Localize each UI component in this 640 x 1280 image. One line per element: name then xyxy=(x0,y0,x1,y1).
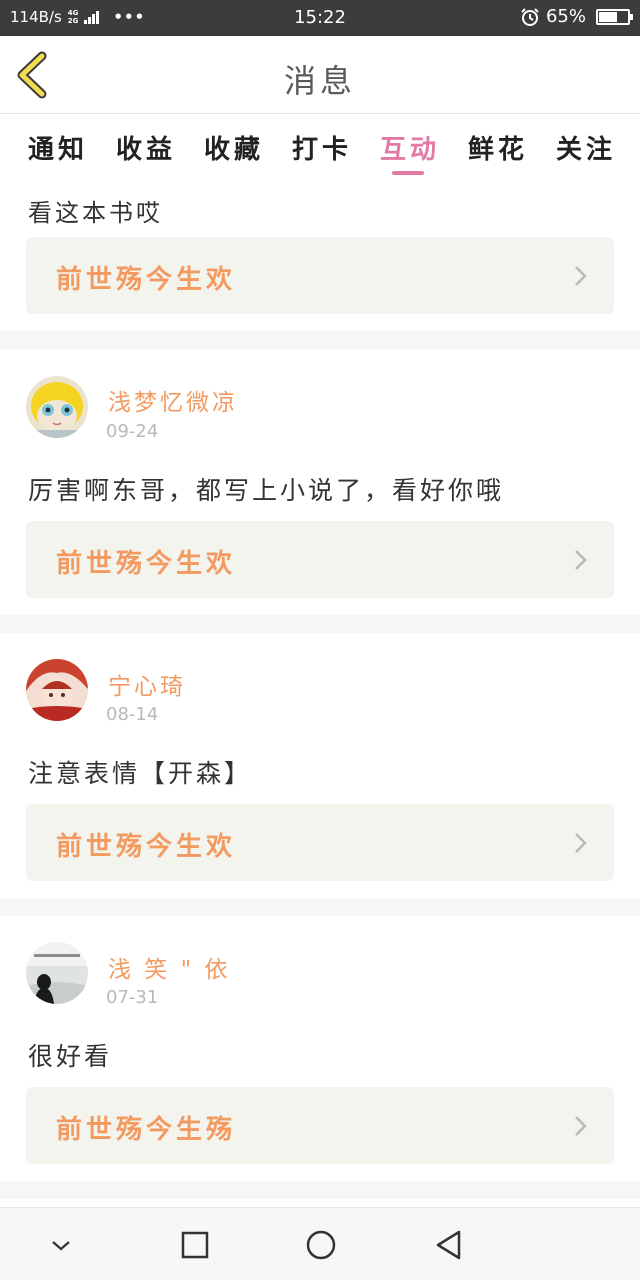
tab-interaction[interactable]: 互动 xyxy=(380,129,440,166)
tab-earnings[interactable]: 收益 xyxy=(116,129,176,166)
battery-icon xyxy=(596,8,633,25)
message-date: 08-14 xyxy=(106,704,159,725)
message-text: 看这本书哎 xyxy=(28,199,163,227)
book-title: 前世殇今生欢 xyxy=(56,265,237,295)
battery-percent: 65% xyxy=(545,6,586,27)
active-tab-indicator xyxy=(392,171,424,175)
divider xyxy=(0,898,640,916)
chevron-right-icon xyxy=(575,833,587,853)
chevron-right-icon xyxy=(575,266,587,286)
book-title: 前世殇今生欢 xyxy=(56,832,237,862)
divider xyxy=(0,1181,640,1199)
chevron-down-icon[interactable] xyxy=(44,1228,78,1262)
message-text: 很好看 xyxy=(28,1042,113,1071)
recent-apps-button[interactable] xyxy=(178,1228,212,1262)
user-name[interactable]: 宁心琦 xyxy=(108,667,186,701)
avatar[interactable] xyxy=(26,942,88,1004)
tab-checkin[interactable]: 打卡 xyxy=(292,129,352,166)
system-nav-bar xyxy=(0,1207,640,1280)
avatar[interactable] xyxy=(26,659,88,721)
tab-bar: 通知 收益 收藏 打卡 互动 鲜花 关注 xyxy=(0,115,640,181)
back-nav-button[interactable] xyxy=(432,1228,466,1262)
chevron-right-icon xyxy=(575,550,587,570)
tab-flowers[interactable]: 鲜花 xyxy=(468,129,528,166)
tab-favorites[interactable]: 收藏 xyxy=(204,129,264,166)
book-link-card[interactable]: 前世殇今生殇 xyxy=(26,1087,614,1164)
avatar[interactable] xyxy=(26,376,88,438)
user-name[interactable]: 浅梦忆微凉 xyxy=(108,383,238,417)
message-text: 注意表情【开森】 xyxy=(28,759,253,788)
tab-follow[interactable]: 关注 xyxy=(556,129,616,166)
battery-level xyxy=(599,11,618,22)
book-link-card[interactable]: 前世殇今生欢 xyxy=(26,804,614,881)
message-date: 09-24 xyxy=(106,421,159,442)
message-text: 厉害啊东哥，都写上小说了，看好你哦 xyxy=(28,476,505,505)
book-link-card[interactable]: 前世殇今生欢 xyxy=(26,237,614,314)
tab-notifications[interactable]: 通知 xyxy=(28,129,88,166)
alarm-icon xyxy=(521,7,539,26)
book-link-card[interactable]: 前世殇今生欢 xyxy=(26,521,614,598)
chevron-right-icon xyxy=(575,1116,587,1136)
divider xyxy=(0,615,640,633)
book-title: 前世殇今生殇 xyxy=(56,1115,237,1145)
page-title: 消息 xyxy=(283,62,356,100)
status-bar: 114B/s 4G 2G ••• 15:22 65% xyxy=(0,0,640,36)
status-right: 65% xyxy=(520,6,633,27)
book-title: 前世殇今生欢 xyxy=(56,549,237,579)
message-date: 07-31 xyxy=(106,987,159,1008)
user-name[interactable]: 浅 笑 " 依 xyxy=(108,950,231,984)
app-header: 消息 xyxy=(0,36,640,114)
divider xyxy=(0,331,640,349)
home-button[interactable] xyxy=(304,1228,338,1262)
